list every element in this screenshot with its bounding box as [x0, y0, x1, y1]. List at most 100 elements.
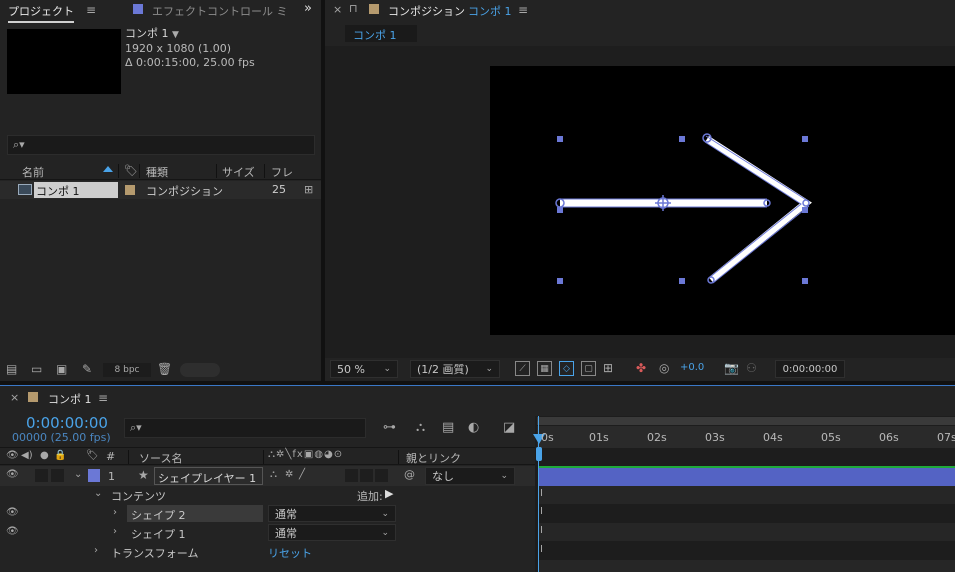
camera-icon[interactable]: 📷	[724, 361, 739, 375]
add-play-icon[interactable]: ▶	[385, 487, 393, 500]
shape-row[interactable]: 👁 › シェイプ 2 通常 ⌄	[0, 504, 535, 523]
composition-subtab-label: コンポ 1	[353, 29, 397, 42]
graph-editor-icon[interactable]: ◪	[503, 420, 515, 435]
composition-subtab[interactable]: コンポ 1	[345, 25, 417, 42]
expand-shape-chevron-icon[interactable]: ›	[113, 507, 117, 518]
expand-shape-chevron-icon[interactable]: ›	[113, 526, 117, 537]
keyframe-marker: I	[540, 525, 543, 536]
lock-icon[interactable]: ⊓	[349, 2, 358, 15]
collapse-switch-icon[interactable]: ✲	[285, 469, 293, 480]
shy-icon[interactable]: ⛬	[416, 420, 425, 435]
visibility-eye-icon[interactable]: 👁	[6, 526, 19, 537]
project-item-label-swatch[interactable]	[125, 185, 135, 195]
keyframe-marker: I	[540, 506, 543, 517]
bpc-button[interactable]: 8 bpc	[103, 363, 151, 377]
close-icon[interactable]: ×	[10, 391, 19, 404]
layer-label-swatch[interactable]	[88, 469, 100, 482]
column-number: #	[106, 450, 116, 463]
effects-controls-tab[interactable]: エフェクトコントロール ミ	[152, 3, 310, 19]
shy-switch-icon[interactable]: ⛬	[270, 469, 277, 480]
blend-mode-dropdown[interactable]: 通常 ⌄	[268, 524, 396, 541]
panel-menu-icon[interactable]: ≡	[98, 391, 108, 405]
panel-menu-icon[interactable]: ≡	[518, 3, 528, 17]
pick-whip-icon[interactable]: @	[404, 468, 415, 481]
adjust-icon[interactable]: ✎	[82, 362, 92, 376]
column-size[interactable]: サイズ	[222, 164, 255, 180]
project-tab[interactable]: プロジェクト	[8, 3, 74, 23]
project-item-row[interactable]: コンポ 1 コンポジション 25 ⊞	[0, 181, 321, 199]
close-icon[interactable]: ×	[333, 3, 342, 16]
vertex-points[interactable]	[555, 133, 810, 284]
expand-contents-chevron-icon[interactable]: ⌄	[94, 488, 102, 499]
region-of-interest-icon[interactable]: ▢	[581, 361, 596, 376]
comp-thumbnail	[7, 29, 121, 94]
layer-row[interactable]: 👁 ⌄ 1 ★ シェイプレイヤー 1 ⛬ ✲ ╱ @ なし ⌄	[0, 466, 535, 486]
expand-layer-chevron-icon[interactable]: ⌄	[74, 469, 82, 480]
expand-transform-chevron-icon[interactable]: ›	[94, 545, 98, 556]
project-item-name[interactable]: コンポ 1	[34, 182, 118, 198]
color-management-icon[interactable]: ◎	[659, 361, 669, 375]
frame-blending-icon[interactable]: ▤	[442, 420, 454, 435]
project-scrollbar[interactable]	[180, 363, 220, 377]
expand-panels-icon[interactable]: »	[304, 1, 312, 16]
project-item-type: コンポジション	[146, 185, 223, 198]
ruler-tick: 03s	[705, 431, 725, 444]
layer-duration-bar[interactable]	[539, 466, 955, 486]
grid-guides-icon[interactable]: ⊞	[603, 361, 613, 375]
flowchart-icon[interactable]: ⊞	[304, 183, 313, 196]
exposure-value[interactable]: +0.0	[680, 362, 704, 373]
column-name[interactable]: 名前	[22, 164, 44, 180]
parent-dropdown[interactable]: なし ⌄	[425, 467, 515, 485]
mask-visibility-icon[interactable]: ◇	[559, 361, 574, 376]
project-panel: プロジェクト ≡ エフェクトコントロール ミ » コンポ 1 ▼ 1920 x …	[0, 0, 321, 381]
resolution-dropdown[interactable]: (1/2 画質) ⌄	[410, 360, 500, 378]
panel-menu-icon[interactable]: ≡	[86, 3, 96, 17]
layer-name[interactable]: シェイプレイヤー 1	[154, 467, 263, 485]
new-folder-icon[interactable]: ▭	[31, 362, 42, 376]
timeline-search-input[interactable]: ⌕▾	[124, 418, 366, 438]
timeline-tab[interactable]: コンポ 1	[48, 391, 92, 407]
current-time[interactable]: 0:00:00:00	[26, 414, 108, 432]
resolution-value: (1/2 画質)	[417, 363, 469, 376]
quality-switch-icon[interactable]: ╱	[299, 469, 305, 480]
timeline-tabbar: × コンポ 1 ≡	[0, 386, 955, 408]
label-tag-icon: 🏷	[86, 450, 99, 461]
reset-link[interactable]: リセット	[268, 545, 312, 561]
ruler-tick: 04s	[763, 431, 783, 444]
viewer-timecode[interactable]: 0:00:00:00	[775, 360, 845, 378]
composition-tab[interactable]: コンポジション	[388, 3, 465, 19]
visibility-eye-icon[interactable]: 👁	[6, 507, 19, 518]
zoom-dropdown[interactable]: 50 % ⌄	[330, 360, 398, 378]
transparency-grid-icon[interactable]: ▦	[537, 361, 552, 376]
column-frame[interactable]: フレ	[271, 164, 293, 180]
interpret-footage-icon[interactable]: ▤	[6, 362, 17, 376]
work-area-bar[interactable]	[537, 417, 955, 425]
show-snapshot-icon[interactable]: ⚇	[746, 361, 757, 375]
visibility-eye-icon[interactable]: 👁	[6, 469, 19, 480]
column-parent-link[interactable]: 親とリンク	[406, 450, 461, 466]
composition-viewer[interactable]	[325, 46, 955, 358]
trash-icon[interactable]: 🗑	[157, 362, 172, 376]
layer-number: 1	[108, 470, 115, 483]
motion-blur-icon[interactable]: ◐	[468, 420, 479, 435]
chevron-down-icon[interactable]: ▼	[172, 30, 179, 40]
column-source-name[interactable]: ソース名	[139, 450, 182, 466]
composition-tab-comp-name[interactable]: コンポ 1	[468, 3, 512, 19]
comp-info-resolution: 1920 x 1080 (1.00)	[125, 42, 232, 55]
project-search-input[interactable]: ⌕▾	[7, 135, 315, 155]
eye-icon: 👁	[6, 450, 19, 461]
blend-mode-dropdown[interactable]: 通常 ⌄	[268, 505, 396, 522]
fast-preview-icon[interactable]: ⟋	[515, 361, 530, 376]
shape-name[interactable]: シェイプ 2	[127, 505, 263, 522]
transform-row[interactable]: › トランスフォーム リセット	[0, 542, 535, 561]
shape-row[interactable]: 👁 › シェイプ 1 通常 ⌄	[0, 523, 535, 542]
search-icon: ⌕▾	[130, 421, 142, 434]
arrow-shape[interactable]	[325, 46, 955, 358]
column-type[interactable]: 種類	[146, 164, 168, 180]
composition-flowchart-icon[interactable]: ⊶	[383, 420, 396, 435]
shape-name[interactable]: シェイプ 1	[127, 524, 263, 541]
contents-row[interactable]: ⌄ コンテンツ 追加: ▶	[0, 486, 535, 504]
bounding-handles[interactable]	[557, 136, 808, 284]
new-composition-icon[interactable]: ▣	[56, 362, 67, 376]
color-channels-icon[interactable]: ✤	[636, 361, 646, 375]
